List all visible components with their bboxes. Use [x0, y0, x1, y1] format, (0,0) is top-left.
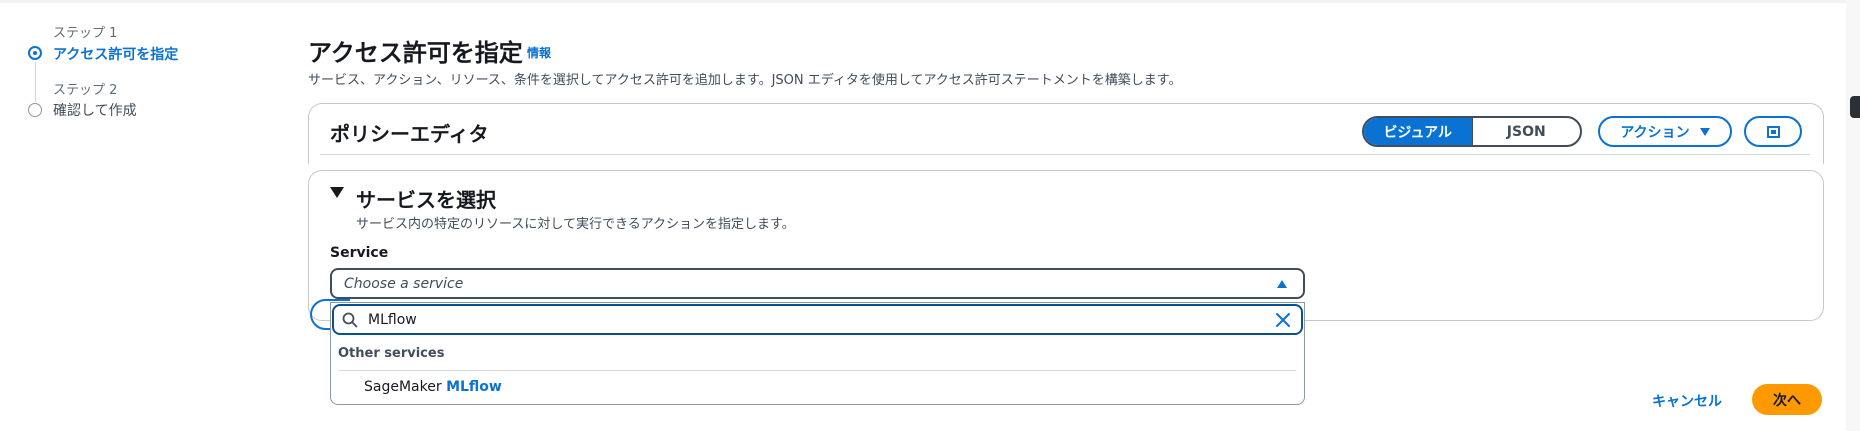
- json-mode-button[interactable]: JSON: [1471, 118, 1581, 145]
- search-query: MLflow: [368, 312, 417, 328]
- option-match-highlight: MLflow: [446, 379, 502, 395]
- policy-editor-title: ポリシーエディタ: [330, 122, 489, 146]
- step-1-label: ステップ 1: [53, 26, 118, 41]
- step-connector: [35, 62, 36, 102]
- actions-dropdown-button[interactable]: アクション: [1598, 116, 1732, 147]
- dropdown-option-sagemaker-mlflow[interactable]: SageMaker MLflow: [364, 379, 502, 395]
- top-border: [0, 0, 1860, 3]
- service-select[interactable]: Choose a service: [330, 268, 1305, 299]
- caret-up-icon: [1277, 280, 1287, 288]
- policy-editor-divider: [320, 154, 1810, 155]
- caret-down-icon: [1699, 127, 1710, 136]
- actions-label: アクション: [1620, 124, 1690, 141]
- page-description: サービス、アクション、リソース、条件を選択してアクセス許可を追加します。JSON…: [308, 73, 1182, 88]
- next-button[interactable]: 次へ: [1752, 384, 1822, 415]
- adjacent-window-edge: [1846, 0, 1860, 431]
- visual-mode-button[interactable]: ビジュアル: [1364, 118, 1472, 145]
- step-2-indicator-icon: [28, 103, 42, 117]
- step-1-indicator-icon: [28, 46, 42, 60]
- service-field-label: Service: [330, 245, 389, 261]
- step-2-label: ステップ 2: [53, 83, 118, 98]
- service-section-description: サービス内の特定のリソースに対して実行できるアクションを指定します。: [356, 217, 795, 232]
- dropdown-group-label: Other services: [338, 346, 445, 361]
- service-section-title[interactable]: サービスを選択: [356, 184, 496, 213]
- fullscreen-icon: [1766, 125, 1780, 138]
- cancel-button[interactable]: キャンセル: [1652, 391, 1722, 411]
- info-link[interactable]: 情報: [527, 44, 551, 61]
- search-icon: [342, 312, 358, 328]
- dropdown-divider: [338, 370, 1296, 371]
- service-select-placeholder: Choose a service: [344, 276, 464, 292]
- step-1-link[interactable]: アクセス許可を指定: [53, 44, 178, 64]
- service-search-input[interactable]: MLflow: [332, 304, 1303, 335]
- page-title: アクセス許可を指定: [308, 39, 523, 67]
- clear-icon[interactable]: [1275, 312, 1291, 328]
- adjacent-window-tab: [1850, 96, 1860, 118]
- step-2-title: 確認して作成: [53, 103, 137, 119]
- fullscreen-button[interactable]: [1744, 116, 1802, 147]
- collapse-caret-icon[interactable]: [330, 187, 344, 198]
- option-prefix: SageMaker: [364, 379, 442, 395]
- editor-mode-toggle: ビジュアル JSON: [1362, 116, 1582, 147]
